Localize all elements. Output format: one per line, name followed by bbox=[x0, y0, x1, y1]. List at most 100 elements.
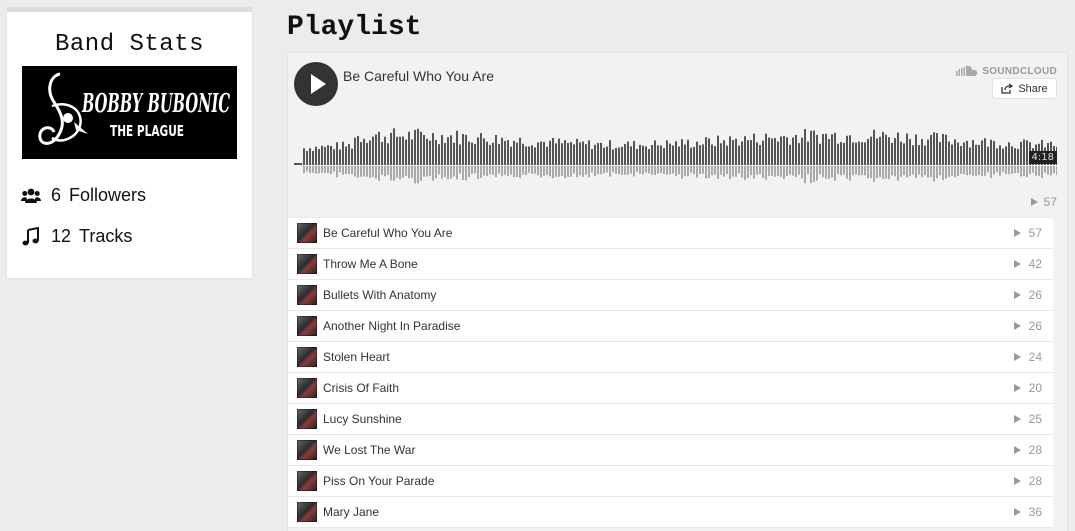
track-row[interactable]: Throw Me A Bone 42 bbox=[288, 249, 1054, 280]
track-row[interactable]: Piss On Your Parade 28 bbox=[288, 466, 1054, 497]
waveform-reflection-bar bbox=[885, 166, 887, 179]
music-note-icon bbox=[21, 226, 41, 247]
waveform-bar bbox=[684, 144, 686, 165]
track-title: Piss On Your Parade bbox=[323, 474, 435, 488]
track-row[interactable]: We Lost The War 28 bbox=[288, 435, 1054, 466]
track-row[interactable]: Lucy Sunshine 25 bbox=[288, 404, 1054, 435]
waveform-bar bbox=[357, 135, 359, 165]
track-row[interactable]: Mary Jane 36 bbox=[288, 497, 1054, 528]
waveform-reflection-bar bbox=[402, 166, 404, 178]
track-row[interactable]: Another Night In Paradise 26 bbox=[288, 311, 1054, 342]
waveform-bar bbox=[339, 149, 341, 165]
waveform-reflection-bar bbox=[624, 166, 626, 175]
waveform-reflection-bar bbox=[897, 166, 899, 181]
waveform-reflection-bar bbox=[894, 166, 896, 177]
play-count-icon bbox=[1030, 198, 1038, 206]
waveform-bar bbox=[384, 136, 386, 165]
waveform-reflection-bar bbox=[756, 166, 758, 175]
waveform-bar bbox=[627, 141, 629, 165]
waveform-bar bbox=[450, 135, 452, 165]
waveform-reflection-bar bbox=[333, 166, 335, 172]
track-row[interactable]: Be Careful Who You Are 57 bbox=[288, 217, 1054, 249]
waveform-reflection-bar bbox=[432, 166, 434, 181]
waveform-bar bbox=[849, 135, 851, 165]
waveform-reflection-bar bbox=[861, 166, 863, 176]
waveform-reflection-bar bbox=[504, 166, 506, 175]
waveform-reflection-bar bbox=[864, 166, 866, 176]
waveform-reflection-bar bbox=[828, 166, 830, 179]
waveform-bar bbox=[513, 140, 515, 165]
waveform-bar bbox=[990, 139, 992, 165]
waveform-bar bbox=[387, 143, 389, 165]
waveform-bar bbox=[798, 143, 800, 165]
waveform-reflection-bar bbox=[1020, 166, 1022, 177]
waveform-reflection-bar bbox=[918, 166, 920, 175]
track-row[interactable]: Bullets With Anatomy 26 bbox=[288, 280, 1054, 311]
waveform-reflection-bar bbox=[672, 166, 674, 174]
waveform-bar bbox=[657, 145, 659, 165]
waveform-bar bbox=[561, 143, 563, 165]
tracks-label: Tracks bbox=[79, 226, 133, 246]
waveform-reflection-bar bbox=[528, 166, 530, 173]
track-artwork bbox=[297, 223, 317, 243]
waveform-bar bbox=[1017, 148, 1019, 165]
waveform-reflection-bar bbox=[636, 166, 638, 173]
waveform-reflection-bar bbox=[735, 166, 737, 177]
waveform-reflection-bar bbox=[909, 166, 911, 177]
waveform-bar bbox=[498, 143, 500, 165]
track-row[interactable]: Stolen Heart 24 bbox=[288, 342, 1054, 373]
waveform-reflection-bar bbox=[813, 166, 815, 182]
track-play-count: 36 bbox=[1013, 505, 1042, 519]
waveform-reflection-bar bbox=[1056, 166, 1057, 175]
waveform-reflection-bar bbox=[567, 166, 569, 177]
waveform-bar bbox=[489, 144, 491, 165]
waveform-reflection-bar bbox=[711, 166, 713, 175]
waveform-bar bbox=[732, 140, 734, 165]
waveform-bar bbox=[528, 146, 530, 165]
waveform-bar bbox=[666, 140, 668, 165]
waveform-bar bbox=[648, 149, 650, 165]
share-button[interactable]: Share bbox=[992, 78, 1057, 99]
waveform-bar bbox=[630, 146, 632, 165]
waveform-bar bbox=[903, 143, 905, 165]
waveform-reflection-bar bbox=[381, 166, 383, 175]
waveform-reflection-bar bbox=[1029, 166, 1031, 175]
waveform-reflection-bar bbox=[750, 166, 752, 176]
waveform-bar bbox=[801, 137, 803, 165]
waveform-reflection-bar bbox=[933, 166, 935, 182]
waveform-bar bbox=[645, 146, 647, 165]
waveform-reflection-bar bbox=[963, 166, 965, 175]
waveform-bar bbox=[303, 148, 305, 165]
waveform-reflection-bar bbox=[336, 166, 338, 178]
waveform-reflection-bar bbox=[357, 166, 359, 178]
waveform-reflection-bar bbox=[975, 166, 977, 176]
waveform-bar bbox=[354, 137, 356, 165]
waveform-bar bbox=[411, 139, 413, 165]
waveform-reflection-bar bbox=[702, 166, 704, 174]
waveform-reflection-bar bbox=[1044, 166, 1046, 173]
waveform-bar bbox=[444, 142, 446, 165]
waveform-reflection-bar bbox=[879, 166, 881, 177]
waveform-reflection-bar bbox=[795, 166, 797, 177]
track-list-scrollbar[interactable] bbox=[1053, 217, 1067, 531]
waveform-bar bbox=[864, 142, 866, 165]
waveform-bar bbox=[921, 139, 923, 165]
waveform-reflection-bar bbox=[591, 166, 593, 173]
waveform-reflection-bar bbox=[1050, 166, 1052, 176]
current-track-title[interactable]: Be Careful Who You Are bbox=[343, 68, 494, 84]
waveform-bar bbox=[933, 132, 935, 165]
waveform-bar bbox=[942, 133, 944, 165]
waveform[interactable] bbox=[294, 119, 1057, 187]
waveform-bar bbox=[783, 136, 785, 165]
track-row[interactable]: Crisis Of Faith 20 bbox=[288, 373, 1054, 404]
band-stats-title: Band Stats bbox=[54, 31, 205, 58]
play-icon[interactable] bbox=[294, 62, 338, 106]
waveform-bar bbox=[603, 147, 605, 165]
waveform-reflection-bar bbox=[507, 166, 509, 177]
track-title: We Lost The War bbox=[323, 443, 416, 457]
soundcloud-logo[interactable]: SOUNDCLOUD bbox=[956, 65, 1057, 77]
share-icon bbox=[1001, 83, 1014, 94]
waveform-reflection-bar bbox=[498, 166, 500, 174]
waveform-reflection-bar bbox=[447, 166, 449, 180]
waveform-reflection-bar bbox=[981, 166, 983, 177]
